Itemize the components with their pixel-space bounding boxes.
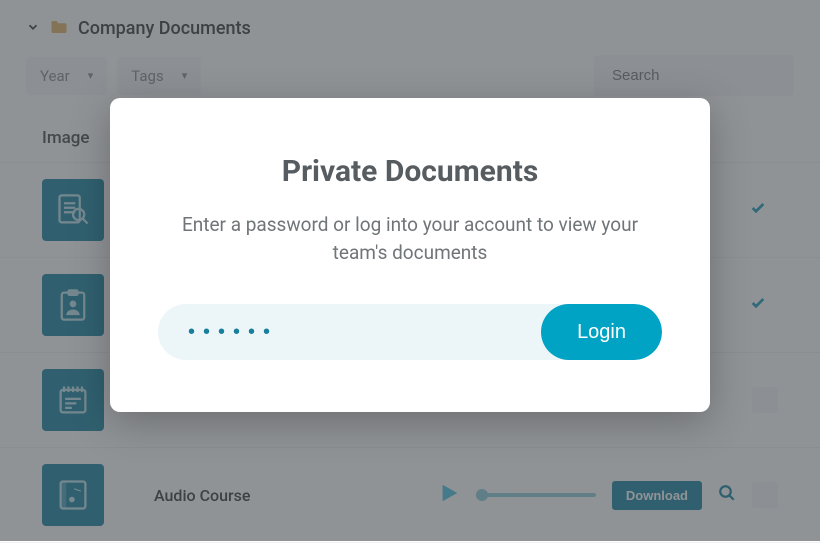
private-documents-modal: Private Documents Enter a password or lo… (110, 98, 710, 412)
modal-overlay[interactable]: Private Documents Enter a password or lo… (0, 0, 820, 541)
modal-title: Private Documents (158, 154, 662, 189)
password-row: Login (158, 304, 662, 360)
password-field[interactable] (158, 321, 541, 344)
modal-subtitle: Enter a password or log into your accoun… (158, 211, 662, 266)
login-button[interactable]: Login (541, 304, 662, 360)
